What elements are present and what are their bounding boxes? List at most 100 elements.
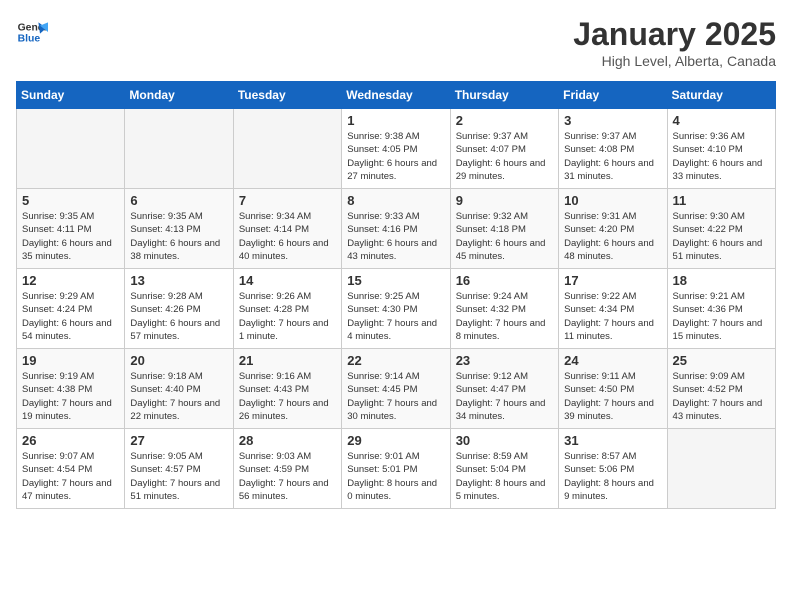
day-info: Sunrise: 9:19 AM Sunset: 4:38 PM Dayligh… xyxy=(22,370,119,423)
calendar-day-cell xyxy=(667,429,775,509)
calendar-day-cell: 7Sunrise: 9:34 AM Sunset: 4:14 PM Daylig… xyxy=(233,189,341,269)
day-number: 22 xyxy=(347,353,444,368)
weekday-header-row: SundayMondayTuesdayWednesdayThursdayFrid… xyxy=(17,82,776,109)
weekday-header-monday: Monday xyxy=(125,82,233,109)
day-number: 14 xyxy=(239,273,336,288)
day-number: 11 xyxy=(673,193,770,208)
day-info: Sunrise: 9:31 AM Sunset: 4:20 PM Dayligh… xyxy=(564,210,661,263)
calendar-day-cell: 10 Sunrise: 9:31 AM Sunset: 4:20 PM Dayli… xyxy=(559,189,667,269)
day-number: 29 xyxy=(347,433,444,448)
calendar-day-cell: 3 Sunrise: 9:37 AM Sunset: 4:08 PM Daylig… xyxy=(559,109,667,189)
day-number: 20 xyxy=(130,353,227,368)
day-number: 24 xyxy=(564,353,661,368)
day-info: Sunrise: 9:22 AM Sunset: 4:34 PM Dayligh… xyxy=(564,290,661,343)
logo-icon: General Blue xyxy=(16,16,48,48)
day-info: Sunrise: 9:30 AM Sunset: 4:22 PM Dayligh… xyxy=(673,210,770,263)
day-info: Sunrise: 9:25 AM Sunset: 4:30 PM Dayligh… xyxy=(347,290,444,343)
logo: General Blue xyxy=(16,16,48,48)
calendar-day-cell: 21 Sunrise: 9:16 AM Sunset: 4:43 PM Dayli… xyxy=(233,349,341,429)
calendar-day-cell: 26 Sunrise: 9:07 AM Sunset: 4:54 PM Dayli… xyxy=(17,429,125,509)
calendar-day-cell: 24 Sunrise: 9:11 AM Sunset: 4:50 PM Dayli… xyxy=(559,349,667,429)
day-number: 31 xyxy=(564,433,661,448)
day-info: Sunrise: 9:24 AM Sunset: 4:32 PM Dayligh… xyxy=(456,290,553,343)
day-number: 25 xyxy=(673,353,770,368)
day-number: 27 xyxy=(130,433,227,448)
day-number: 26 xyxy=(22,433,119,448)
day-number: 28 xyxy=(239,433,336,448)
calendar-day-cell: 29 Sunrise: 9:01 AM Sunset: 5:01 PM Dayli… xyxy=(342,429,450,509)
calendar-week-row: 12 Sunrise: 9:29 AM Sunset: 4:24 PM Dayli… xyxy=(17,269,776,349)
calendar-day-cell: 31 Sunrise: 8:57 AM Sunset: 5:06 PM Dayli… xyxy=(559,429,667,509)
calendar-week-row: 26 Sunrise: 9:07 AM Sunset: 4:54 PM Dayli… xyxy=(17,429,776,509)
day-info: Sunrise: 9:16 AM Sunset: 4:43 PM Dayligh… xyxy=(239,370,336,423)
day-number: 17 xyxy=(564,273,661,288)
day-info: Sunrise: 9:11 AM Sunset: 4:50 PM Dayligh… xyxy=(564,370,661,423)
day-info: Sunrise: 9:29 AM Sunset: 4:24 PM Dayligh… xyxy=(22,290,119,343)
month-year-title: January 2025 xyxy=(573,16,776,53)
day-number: 6 xyxy=(130,193,227,208)
day-number: 3 xyxy=(564,113,661,128)
calendar-day-cell: 17 Sunrise: 9:22 AM Sunset: 4:34 PM Dayli… xyxy=(559,269,667,349)
weekday-header-saturday: Saturday xyxy=(667,82,775,109)
day-number: 4 xyxy=(673,113,770,128)
calendar-day-cell: 23 Sunrise: 9:12 AM Sunset: 4:47 PM Dayli… xyxy=(450,349,558,429)
calendar-day-cell: 19 Sunrise: 9:19 AM Sunset: 4:38 PM Dayli… xyxy=(17,349,125,429)
day-info: Sunrise: 9:09 AM Sunset: 4:52 PM Dayligh… xyxy=(673,370,770,423)
day-number: 10 xyxy=(564,193,661,208)
day-number: 5 xyxy=(22,193,119,208)
svg-text:Blue: Blue xyxy=(18,34,41,45)
calendar-day-cell: 12 Sunrise: 9:29 AM Sunset: 4:24 PM Dayli… xyxy=(17,269,125,349)
day-info: Sunrise: 9:21 AM Sunset: 4:36 PM Dayligh… xyxy=(673,290,770,343)
calendar-table: SundayMondayTuesdayWednesdayThursdayFrid… xyxy=(16,81,776,509)
day-number: 19 xyxy=(22,353,119,368)
day-info: Sunrise: 9:12 AM Sunset: 4:47 PM Dayligh… xyxy=(456,370,553,423)
day-number: 23 xyxy=(456,353,553,368)
weekday-header-thursday: Thursday xyxy=(450,82,558,109)
calendar-day-cell: 30Sunrise: 8:59 AM Sunset: 5:04 PM Dayli… xyxy=(450,429,558,509)
day-info: Sunrise: 8:57 AM Sunset: 5:06 PM Dayligh… xyxy=(564,450,661,503)
calendar-day-cell: 14 Sunrise: 9:26 AM Sunset: 4:28 PM Dayli… xyxy=(233,269,341,349)
calendar-day-cell xyxy=(17,109,125,189)
page-header: General Blue January 2025 High Level, Al… xyxy=(16,16,776,69)
weekday-header-friday: Friday xyxy=(559,82,667,109)
calendar-day-cell: 16Sunrise: 9:24 AM Sunset: 4:32 PM Dayli… xyxy=(450,269,558,349)
day-info: Sunrise: 9:35 AM Sunset: 4:11 PM Dayligh… xyxy=(22,210,119,263)
calendar-day-cell: 18Sunrise: 9:21 AM Sunset: 4:36 PM Dayli… xyxy=(667,269,775,349)
day-info: Sunrise: 9:38 AM Sunset: 4:05 PM Dayligh… xyxy=(347,130,444,183)
calendar-day-cell: 13Sunrise: 9:28 AM Sunset: 4:26 PM Dayli… xyxy=(125,269,233,349)
day-number: 7 xyxy=(239,193,336,208)
calendar-day-cell: 5 Sunrise: 9:35 AM Sunset: 4:11 PM Daylig… xyxy=(17,189,125,269)
day-info: Sunrise: 9:28 AM Sunset: 4:26 PM Dayligh… xyxy=(130,290,227,343)
calendar-day-cell: 20 Sunrise: 9:18 AM Sunset: 4:40 PM Dayli… xyxy=(125,349,233,429)
day-info: Sunrise: 9:05 AM Sunset: 4:57 PM Dayligh… xyxy=(130,450,227,503)
calendar-day-cell: 2 Sunrise: 9:37 AM Sunset: 4:07 PM Daylig… xyxy=(450,109,558,189)
weekday-header-wednesday: Wednesday xyxy=(342,82,450,109)
calendar-day-cell: 9Sunrise: 9:32 AM Sunset: 4:18 PM Daylig… xyxy=(450,189,558,269)
title-block: January 2025 High Level, Alberta, Canada xyxy=(573,16,776,69)
day-number: 12 xyxy=(22,273,119,288)
calendar-day-cell: 8Sunrise: 9:33 AM Sunset: 4:16 PM Daylig… xyxy=(342,189,450,269)
calendar-day-cell: 27 Sunrise: 9:05 AM Sunset: 4:57 PM Dayli… xyxy=(125,429,233,509)
calendar-day-cell: 1 Sunrise: 9:38 AM Sunset: 4:05 PM Daylig… xyxy=(342,109,450,189)
day-info: Sunrise: 9:03 AM Sunset: 4:59 PM Dayligh… xyxy=(239,450,336,503)
calendar-day-cell: 11 Sunrise: 9:30 AM Sunset: 4:22 PM Dayli… xyxy=(667,189,775,269)
day-info: Sunrise: 9:37 AM Sunset: 4:08 PM Dayligh… xyxy=(564,130,661,183)
day-info: Sunrise: 9:18 AM Sunset: 4:40 PM Dayligh… xyxy=(130,370,227,423)
calendar-week-row: 19 Sunrise: 9:19 AM Sunset: 4:38 PM Dayli… xyxy=(17,349,776,429)
calendar-day-cell: 6Sunrise: 9:35 AM Sunset: 4:13 PM Daylig… xyxy=(125,189,233,269)
day-info: Sunrise: 9:01 AM Sunset: 5:01 PM Dayligh… xyxy=(347,450,444,503)
calendar-week-row: 5 Sunrise: 9:35 AM Sunset: 4:11 PM Daylig… xyxy=(17,189,776,269)
day-number: 1 xyxy=(347,113,444,128)
calendar-day-cell xyxy=(233,109,341,189)
calendar-day-cell: 15Sunrise: 9:25 AM Sunset: 4:30 PM Dayli… xyxy=(342,269,450,349)
day-info: Sunrise: 9:07 AM Sunset: 4:54 PM Dayligh… xyxy=(22,450,119,503)
day-info: Sunrise: 9:36 AM Sunset: 4:10 PM Dayligh… xyxy=(673,130,770,183)
day-info: Sunrise: 9:26 AM Sunset: 4:28 PM Dayligh… xyxy=(239,290,336,343)
day-info: Sunrise: 9:14 AM Sunset: 4:45 PM Dayligh… xyxy=(347,370,444,423)
day-number: 21 xyxy=(239,353,336,368)
day-info: Sunrise: 9:33 AM Sunset: 4:16 PM Dayligh… xyxy=(347,210,444,263)
calendar-day-cell xyxy=(125,109,233,189)
day-number: 9 xyxy=(456,193,553,208)
day-info: Sunrise: 9:37 AM Sunset: 4:07 PM Dayligh… xyxy=(456,130,553,183)
day-number: 2 xyxy=(456,113,553,128)
